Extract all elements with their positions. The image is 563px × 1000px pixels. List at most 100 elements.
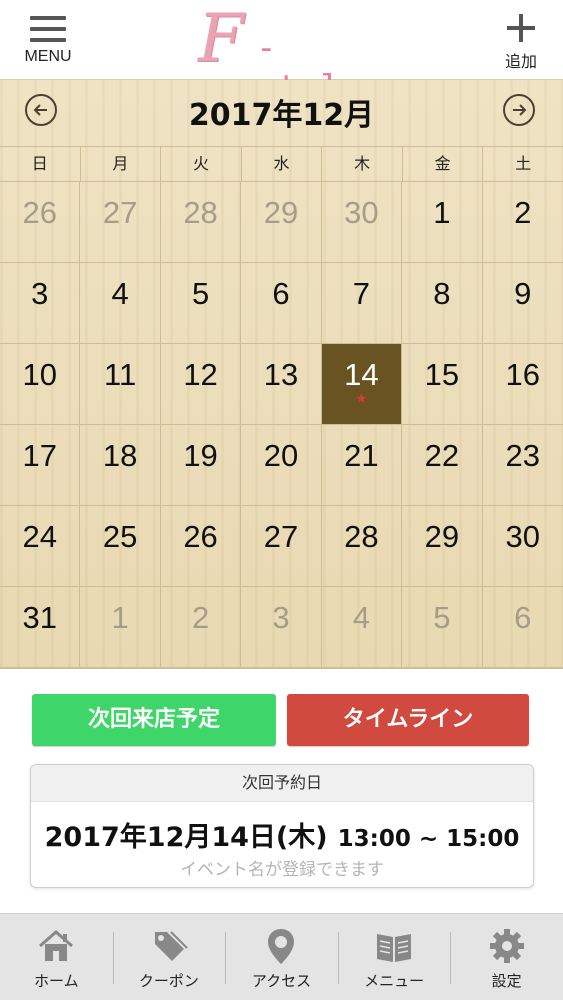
day-number: 27 <box>102 195 138 230</box>
tag-icon <box>154 931 188 961</box>
day-number: 15 <box>424 357 460 392</box>
tab-access[interactable]: アクセス <box>225 914 338 1000</box>
calendar-day[interactable]: 27 <box>80 182 161 263</box>
add-button[interactable]: 追加 <box>496 10 546 71</box>
day-number: 30 <box>505 519 541 554</box>
calendar-day[interactable]: 23 <box>482 425 563 506</box>
calendar-day[interactable]: 15 <box>402 344 483 425</box>
weekday-label: 金 <box>403 147 484 181</box>
month-title: 2017年12月 <box>188 98 375 133</box>
day-number: 2 <box>191 600 210 635</box>
weekday-label: 水 <box>242 147 323 181</box>
day-number: 7 <box>352 276 371 311</box>
calendar-day[interactable]: 2 <box>482 182 563 263</box>
weekday-header: 日月火水木金 土 <box>0 146 563 182</box>
day-number: 30 <box>344 195 379 230</box>
calendar-day[interactable]: 30 <box>321 182 403 263</box>
month-bar: 2017年12月 <box>0 80 563 146</box>
calendar-day[interactable]: 19 <box>160 425 242 506</box>
calendar-day[interactable]: 21 <box>321 425 403 506</box>
tab-menu[interactable]: メニュー <box>337 914 451 1000</box>
calendar-day[interactable]: 20 <box>241 425 322 506</box>
tab-access-label: アクセス <box>251 972 312 990</box>
logo-letter: F <box>198 0 244 77</box>
calendar-day[interactable]: 13 <box>241 344 322 425</box>
calendar-day[interactable]: 10 <box>0 344 81 425</box>
calendar-day[interactable]: 17 <box>0 425 81 506</box>
calendar-day[interactable]: 3 <box>0 263 81 344</box>
calendar-day-today[interactable]: 14 ★ <box>321 344 403 425</box>
reservation-event-name: イベント名が登録できます <box>180 860 384 880</box>
day-number: 25 <box>102 519 138 554</box>
day-number: 4 <box>111 276 129 311</box>
next-month-button[interactable] <box>503 94 535 126</box>
weekday-label: 日 <box>0 147 81 181</box>
day-number: 9 <box>514 276 532 311</box>
add-label: 追加 <box>504 52 537 71</box>
calendar-day[interactable]: 8 <box>402 263 483 344</box>
app-logo: F -style <box>198 0 368 108</box>
day-number: 6 <box>514 600 532 635</box>
day-number: 31 <box>22 600 57 635</box>
day-grid: 26 27 28 29 30 1 2 3 4 5 6 7 8 9 10 11 12 13 14 ★ 15 16 17 18 19… <box>0 182 563 668</box>
tab-home-label: ホーム <box>34 972 79 990</box>
calendar-day[interactable]: 7 <box>321 263 403 344</box>
plus-icon <box>507 14 535 42</box>
tab-coupon[interactable]: クーポン <box>112 914 226 1000</box>
calendar-day[interactable]: 26 <box>0 182 81 263</box>
tab-settings-label: 設定 <box>491 972 522 990</box>
calendar-day[interactable]: 28 <box>160 182 242 263</box>
calendar-day[interactable]: 12 <box>160 344 242 425</box>
calendar-day[interactable]: 6 <box>241 263 322 344</box>
calendar-day[interactable]: 24 <box>0 506 81 587</box>
day-number: 27 <box>263 519 299 554</box>
calendar-day[interactable]: 4 <box>80 263 161 344</box>
calendar-day[interactable]: 3 <box>241 587 322 668</box>
tab-settings[interactable]: 設定 <box>450 914 563 1000</box>
reservation-header: 次回予約日 <box>31 765 533 802</box>
calendar-day[interactable]: 30 <box>482 506 563 587</box>
day-number: 28 <box>344 519 379 554</box>
calendar-day[interactable]: 11 <box>80 344 161 425</box>
calendar-day[interactable]: 16 <box>482 344 563 425</box>
day-number: 16 <box>505 357 541 392</box>
calendar-day[interactable]: 22 <box>402 425 483 506</box>
calendar-day[interactable]: 18 <box>80 425 161 506</box>
day-number: 11 <box>104 357 137 392</box>
calendar-day[interactable]: 4 <box>321 587 403 668</box>
menu-button[interactable]: MENU <box>18 10 78 70</box>
day-number: 14 <box>344 357 379 392</box>
calendar-day[interactable]: 28 <box>321 506 403 587</box>
calendar-day[interactable]: 5 <box>402 587 483 668</box>
home-icon <box>39 930 74 961</box>
day-number: 19 <box>183 438 218 473</box>
calendar-day[interactable]: 2 <box>160 587 242 668</box>
calendar-day[interactable]: 9 <box>482 263 563 344</box>
day-number: 24 <box>22 519 57 554</box>
day-number: 4 <box>352 600 371 635</box>
calendar-day[interactable]: 1 <box>80 587 161 668</box>
calendar-day[interactable]: 1 <box>402 182 483 263</box>
calendar-day[interactable]: 25 <box>80 506 161 587</box>
calendar-day[interactable]: 6 <box>482 587 563 668</box>
calendar-day[interactable]: 29 <box>402 506 483 587</box>
day-number: 1 <box>433 195 451 230</box>
calendar-day[interactable]: 26 <box>160 506 242 587</box>
day-number: 23 <box>505 438 541 473</box>
day-number: 10 <box>22 357 57 392</box>
reservation-date: 2017年12月14日(木) <box>44 822 328 853</box>
tab-home[interactable]: ホーム <box>0 914 113 1000</box>
calendar-day[interactable]: 27 <box>241 506 322 587</box>
day-number: 8 <box>433 276 451 311</box>
timeline-button[interactable]: タイムライン <box>287 694 529 746</box>
day-number: 29 <box>424 519 460 554</box>
next-visit-button[interactable]: 次回来店予定 <box>32 694 276 746</box>
calendar-day[interactable]: 5 <box>160 263 242 344</box>
reservation-card[interactable]: 次回予約日 2017年12月14日(木) 13:00 ~ 15:00 イベント名が… <box>30 764 534 888</box>
calendar: 2017年12月 日月火水木金土 26 27 28 29 30 1 2 3 4 5 6 7 8 9 10 11… <box>0 80 563 669</box>
calendar-day[interactable]: 31 <box>0 587 81 668</box>
day-number: 21 <box>344 438 379 473</box>
tab-menu-label: メニュー <box>364 972 425 990</box>
arrow-right-icon <box>513 104 527 116</box>
calendar-day[interactable]: 29 <box>241 182 322 263</box>
